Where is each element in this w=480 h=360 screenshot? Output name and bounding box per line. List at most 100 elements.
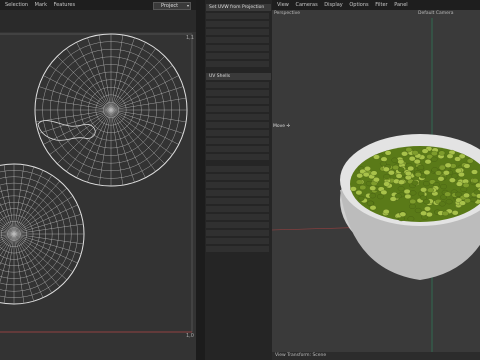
pea — [357, 195, 365, 202]
panel-option-row[interactable] — [206, 37, 269, 43]
pea — [438, 150, 446, 156]
pea — [401, 151, 408, 157]
panel-option-row[interactable] — [206, 154, 269, 160]
pea — [424, 159, 432, 165]
pea — [397, 159, 405, 165]
pea — [430, 156, 438, 162]
panel-option-row[interactable] — [206, 166, 269, 172]
uv-corner-bottom: 1,0 — [186, 333, 194, 339]
pea — [454, 156, 461, 162]
shell-spoke — [3, 164, 15, 235]
shell-spoke — [110, 109, 156, 172]
shell-spoke — [110, 65, 173, 111]
uv-editor-pane: Selection Mark Features Project ▾ 1,1 1,… — [0, 0, 196, 360]
pea — [383, 173, 391, 180]
pea — [404, 193, 412, 200]
view-transform-label: View Transform: Scene — [272, 352, 480, 360]
panel-option-row[interactable] — [206, 122, 269, 128]
panel-option-row[interactable] — [206, 138, 269, 144]
pea — [382, 166, 390, 172]
bowl-object — [340, 134, 480, 280]
panel-option-row[interactable] — [206, 214, 269, 220]
pea — [373, 154, 380, 160]
pea — [407, 216, 415, 222]
pea — [409, 190, 417, 196]
viewport-pane[interactable]: View Cameras Display Options Filter Pane… — [272, 0, 480, 360]
pea — [449, 177, 456, 183]
pea — [470, 197, 477, 203]
pea — [364, 166, 371, 172]
panel-option-row[interactable] — [206, 182, 269, 188]
pea — [384, 150, 392, 156]
panel-option-row[interactable] — [206, 13, 269, 19]
shell-spoke — [110, 109, 173, 155]
panel-option-row[interactable] — [206, 190, 269, 196]
pea — [397, 167, 405, 173]
shell-spoke — [13, 180, 60, 235]
pea — [430, 150, 438, 156]
panel-option-row[interactable] — [206, 206, 269, 212]
pea — [438, 201, 446, 207]
panel-section-header[interactable]: UV Shells — [206, 73, 271, 80]
pea — [463, 163, 471, 169]
pea — [408, 156, 416, 162]
pea — [395, 173, 403, 179]
panel-option-row[interactable] — [206, 246, 269, 252]
uv-shell-upper — [34, 33, 188, 187]
pea — [397, 186, 405, 192]
panel-option-row[interactable] — [206, 90, 269, 96]
pea — [442, 210, 449, 217]
pea — [455, 168, 462, 174]
panel-option-row[interactable] — [206, 21, 269, 27]
panel-option-row[interactable] — [206, 130, 269, 136]
pea — [398, 179, 405, 185]
pea — [423, 199, 431, 205]
shell-spoke — [66, 48, 112, 111]
shell-spoke — [57, 56, 112, 111]
panel-option-row[interactable] — [206, 45, 269, 51]
panel-option-row[interactable] — [206, 53, 269, 59]
pea — [475, 182, 480, 188]
pea — [380, 156, 388, 162]
shell-spoke — [49, 109, 112, 155]
pea — [414, 207, 422, 214]
tool-panel: Set UVW from Projection UV Shells — [196, 0, 272, 360]
panel-option-row[interactable] — [206, 61, 269, 67]
uv-corner-top: 1,1 — [186, 35, 194, 41]
pea — [420, 210, 427, 216]
viewport-scene[interactable] — [272, 0, 480, 360]
pea — [451, 210, 459, 216]
panel-option-row[interactable] — [206, 222, 269, 228]
pea — [423, 181, 430, 187]
uv-canvas[interactable] — [0, 0, 196, 360]
pea — [462, 182, 470, 188]
pea — [377, 194, 384, 200]
panel-option-row[interactable] — [206, 114, 269, 120]
panel-option-row[interactable] — [206, 106, 269, 112]
panel-section-header[interactable]: Set UVW from Projection — [206, 4, 271, 11]
shell-spoke — [13, 233, 84, 245]
panel-option-row[interactable] — [206, 174, 269, 180]
pea — [359, 184, 367, 191]
pea — [463, 192, 470, 198]
pea — [350, 186, 357, 192]
panel-option-row[interactable] — [206, 29, 269, 35]
pea — [355, 190, 363, 196]
pea — [417, 164, 425, 170]
panel-option-row[interactable] — [206, 230, 269, 236]
panel-option-row[interactable] — [206, 98, 269, 104]
panel-option-row[interactable] — [206, 238, 269, 244]
pea — [426, 211, 433, 218]
panel-option-row[interactable] — [206, 82, 269, 88]
shell-spoke — [13, 233, 60, 288]
pea — [476, 193, 480, 199]
pea — [404, 170, 412, 177]
shell-spoke — [57, 109, 112, 164]
panel-option-row[interactable] — [206, 198, 269, 204]
pea — [391, 157, 399, 163]
panel-option-row[interactable] — [206, 146, 269, 152]
pea — [380, 189, 388, 195]
pea — [424, 206, 431, 212]
pea — [383, 181, 391, 187]
pea — [411, 180, 419, 186]
